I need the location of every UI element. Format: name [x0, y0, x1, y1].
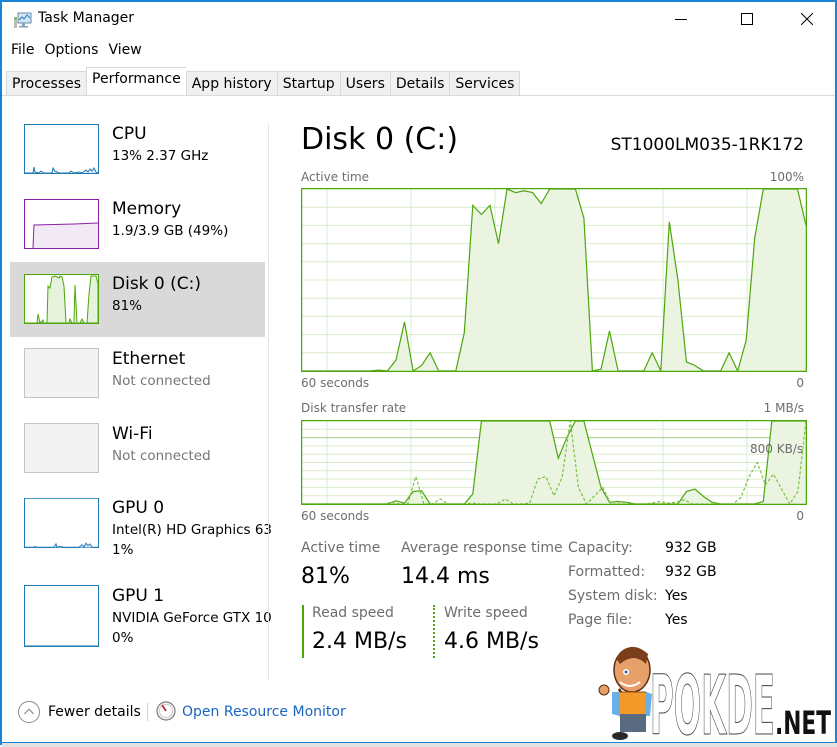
- formatted-value: 932 GB: [665, 564, 717, 580]
- transfer-rate-chart-xright: 0: [796, 509, 804, 523]
- title-bar: Task Manager: [2, 2, 835, 38]
- wifi-name: Wi-Fi: [112, 424, 153, 444]
- maximize-icon: [741, 13, 753, 25]
- response-time-value: 14.4 ms: [401, 564, 490, 589]
- sidebar-item-ethernet[interactable]: Ethernet Not connected: [10, 339, 265, 414]
- tab-performance[interactable]: Performance: [86, 67, 186, 96]
- cpu-name: CPU: [112, 124, 147, 144]
- page-file-label: Page file:: [568, 612, 633, 628]
- active-time-chart-max: 100%: [769, 170, 804, 184]
- gpu1-thumbnail-graph: [24, 585, 99, 647]
- minimize-icon: [675, 19, 687, 20]
- active-time-value: 81%: [301, 564, 350, 589]
- response-time-label: Average response time: [401, 540, 563, 556]
- read-speed-label: Read speed: [312, 605, 394, 621]
- gpu0-model: Intel(R) HD Graphics 630: [112, 522, 272, 538]
- system-disk-value: Yes: [665, 588, 688, 604]
- memory-thumbnail-graph: [24, 199, 99, 249]
- disk-thumbnail-graph: [24, 274, 99, 324]
- menu-file[interactable]: File: [2, 40, 41, 64]
- cpu-usage: 13% 2.37 GHz: [112, 148, 209, 164]
- ethernet-thumbnail-graph: [24, 348, 99, 398]
- watermark-text: POKDE: [650, 659, 775, 742]
- sidebar-item-memory[interactable]: Memory 1.9/3.9 GB (49%): [10, 185, 265, 260]
- tab-users[interactable]: Users: [339, 71, 390, 96]
- transfer-rate-chart-xleft: 60 seconds: [301, 509, 370, 523]
- transfer-rate-chart-label: Disk transfer rate: [301, 401, 407, 415]
- tab-details[interactable]: Details: [389, 71, 450, 96]
- ethernet-name: Ethernet: [112, 349, 186, 369]
- active-time-chart-xleft: 60 seconds: [301, 376, 370, 390]
- active-time-chart-label: Active time: [301, 170, 370, 184]
- tab-divider: [2, 95, 835, 96]
- page-title: Disk 0 (C:): [301, 122, 459, 157]
- mascot-icon: [598, 646, 652, 740]
- task-manager-window: Task Manager File Options View Processes…: [0, 0, 837, 747]
- chevron-up-icon: [18, 701, 40, 723]
- sidebar-item-gpu1[interactable]: GPU 1 NVIDIA GeForce GTX 1050 0%: [10, 576, 272, 651]
- close-icon: [801, 13, 813, 25]
- tab-bar: Processes Performance App history Startu…: [6, 67, 521, 96]
- sidebar-item-disk0[interactable]: Disk 0 (C:) 81%: [10, 262, 265, 337]
- sidebar-item-cpu[interactable]: CPU 13% 2.37 GHz: [10, 110, 265, 185]
- read-speed-indicator: [302, 605, 304, 658]
- write-speed-value: 4.6 MB/s: [444, 629, 539, 654]
- active-time-label: Active time: [301, 540, 381, 556]
- system-disk-label: System disk:: [568, 588, 658, 604]
- tab-startup[interactable]: Startup: [276, 71, 340, 96]
- menu-bar: File Options View: [2, 40, 149, 64]
- window-title: Task Manager: [38, 10, 135, 26]
- memory-usage: 1.9/3.9 GB (49%): [112, 223, 229, 239]
- active-time-chart-xright: 0: [796, 376, 804, 390]
- tab-app-history[interactable]: App history: [185, 71, 277, 96]
- page-file-value: Yes: [665, 612, 688, 628]
- menu-view[interactable]: View: [105, 40, 148, 64]
- formatted-label: Formatted:: [568, 564, 646, 580]
- tab-services[interactable]: Services: [449, 71, 521, 96]
- close-button[interactable]: [784, 2, 830, 36]
- write-speed-indicator: [433, 605, 435, 658]
- pokde-watermark-logo: POKDE .NET: [598, 646, 831, 742]
- task-manager-icon: [14, 12, 32, 28]
- cpu-thumbnail-graph: [24, 124, 99, 174]
- gpu0-usage: 1%: [112, 542, 134, 558]
- active-time-chart: [301, 188, 807, 372]
- disk-name: Disk 0 (C:): [112, 274, 202, 294]
- gpu0-thumbnail-graph: [24, 498, 99, 548]
- read-speed-value: 2.4 MB/s: [312, 629, 407, 654]
- gpu1-name: GPU 1: [112, 586, 165, 606]
- transfer-rate-chart-max: 1 MB/s: [763, 401, 804, 415]
- disk-model: ST1000LM035-1RK172: [610, 135, 804, 155]
- footer-separator: [147, 703, 148, 721]
- maximize-button[interactable]: [724, 2, 770, 36]
- gpu1-usage: 0%: [112, 630, 134, 646]
- tab-processes[interactable]: Processes: [6, 71, 87, 96]
- fewer-details-label: Fewer details: [48, 704, 141, 720]
- capacity-label: Capacity:: [568, 540, 633, 556]
- minimize-button[interactable]: [658, 2, 704, 36]
- menu-options[interactable]: Options: [41, 40, 105, 64]
- sidebar-item-wifi[interactable]: Wi-Fi Not connected: [10, 414, 265, 489]
- transfer-rate-marker: 800 KB/s: [750, 442, 804, 456]
- memory-name: Memory: [112, 199, 182, 219]
- capacity-value: 932 GB: [665, 540, 717, 556]
- write-speed-label: Write speed: [444, 605, 528, 621]
- open-resource-monitor-link[interactable]: Open Resource Monitor: [182, 704, 346, 720]
- watermark-suffix: .NET: [775, 704, 831, 742]
- wifi-thumbnail-graph: [24, 423, 99, 473]
- wifi-status: Not connected: [112, 448, 211, 464]
- sidebar-divider: [268, 124, 269, 679]
- disk-usage: 81%: [112, 298, 143, 314]
- gpu0-name: GPU 0: [112, 498, 165, 518]
- transfer-rate-chart: [301, 420, 807, 505]
- ethernet-status: Not connected: [112, 373, 211, 389]
- gpu1-model: NVIDIA GeForce GTX 1050: [112, 610, 272, 626]
- sidebar-item-gpu0[interactable]: GPU 0 Intel(R) HD Graphics 630 1%: [10, 489, 272, 564]
- resource-monitor-icon: [156, 701, 176, 721]
